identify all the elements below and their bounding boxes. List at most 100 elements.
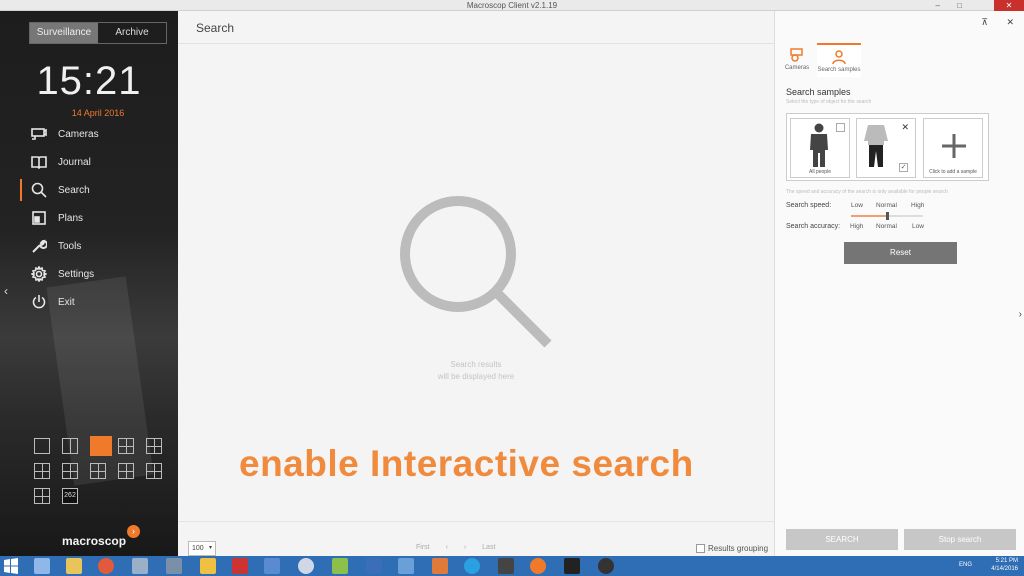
speaker-icon[interactable] [264,558,280,574]
system-clock[interactable]: 5:21 PM 4/14/2016 [991,557,1018,573]
pager-next-icon[interactable]: › [464,544,466,551]
tab-search-samples[interactable]: Search samples [817,43,861,77]
speed-slider-fill [851,215,887,217]
search-icon [30,181,48,199]
layout-1plus7-icon[interactable] [90,463,106,479]
window-title: Macroscop Client v2.1.19 [466,1,558,10]
sidebar-nav: Cameras Journal Search Plans Tools Setti… [20,120,178,316]
collapse-sidebar-arrow-icon[interactable]: ‹ [4,284,8,298]
sidebar-item-label: Tools [58,240,82,252]
word-icon[interactable] [564,558,580,574]
chrome-icon[interactable] [98,558,114,574]
speed-slider-thumb[interactable] [886,212,889,220]
taskbar-app-icon[interactable] [398,558,414,574]
sidebar-item-journal[interactable]: Journal [20,148,178,176]
sidebar-item-cameras[interactable]: Cameras [20,120,178,148]
skype-icon[interactable] [464,558,480,574]
chevron-down-icon: ▾ [208,545,212,551]
remove-sample-icon[interactable]: ✕ [901,122,909,133]
layout-3x3-icon[interactable] [146,438,162,454]
os-taskbar: ENG 5:21 PM 4/14/2016 [0,556,1024,576]
folder-icon[interactable] [66,558,82,574]
layout-count-icon[interactable]: 262 [62,488,78,504]
section-title: Search samples [786,87,851,97]
reset-button[interactable]: Reset [844,242,957,264]
results-grouping-label: Results grouping [708,544,769,553]
minimize-button[interactable]: – [936,0,950,11]
sidebar-item-tools[interactable]: Tools [20,232,178,260]
layout-2x2-icon[interactable] [118,438,134,454]
results-grouping-checkbox[interactable] [696,544,705,553]
camera-icon [30,125,48,143]
sidebar-item-exit[interactable]: Exit [20,288,178,316]
speed-slider[interactable] [851,212,923,220]
sample-clothing[interactable]: ✕ ✓ [856,118,916,178]
overlay-caption: enable Interactive search [239,443,694,484]
language-indicator[interactable]: ENG [959,562,972,568]
layout-grid-picker: 262 [34,436,166,513]
empty-search-icon [400,196,552,348]
search-button[interactable]: SEARCH [786,529,898,550]
maximize-button[interactable]: □ [957,0,972,11]
sample-checkbox-checked[interactable]: ✓ [899,163,908,172]
brand-logo-icon: › [127,525,140,538]
sample-checkbox[interactable] [836,123,845,132]
results-grouping[interactable]: Results grouping [696,544,768,553]
layout-1x1-icon[interactable] [34,438,50,454]
sample-caption: Click to add a sample [929,169,977,175]
taskbar-app-icon[interactable] [200,558,216,574]
tab-search-samples-label: Search samples [817,67,861,73]
sidebar-item-search[interactable]: Search [20,176,178,204]
taskbar-app-icon[interactable] [432,558,448,574]
layout-2plus8-icon[interactable] [118,463,134,479]
close-panel-icon[interactable]: ✕ [1006,17,1014,27]
sidebar-item-settings[interactable]: Settings [20,260,178,288]
gear-icon [30,265,48,283]
layout-5x5-icon[interactable] [146,463,162,479]
accuracy-level-normal: Normal [876,223,897,230]
layout-1plus5-icon[interactable] [34,463,50,479]
system-time: 5:21 PM [995,558,1018,564]
obs-icon[interactable] [598,558,614,574]
page-size-value: 100 [192,545,204,552]
book-icon [30,153,48,171]
section-subtitle: Select the type of object for the search [786,99,872,105]
speed-level-low: Low [851,202,863,209]
layout-1x2-icon[interactable] [62,438,78,454]
taskbar-app-icon[interactable] [34,558,50,574]
pager-prev-icon[interactable]: ‹ [446,544,448,551]
taskbar-app-icon[interactable] [498,558,514,574]
layout-active-icon[interactable] [90,436,112,456]
tab-cameras[interactable]: Cameras [775,43,819,77]
tab-cameras-label: Cameras [784,65,810,71]
taskbar-app-icon[interactable] [166,558,182,574]
page-size-select[interactable]: 100 ▾ [188,541,216,556]
sidebar-item-label: Exit [58,296,75,308]
tab-surveillance[interactable]: Surveillance [30,23,98,43]
macroscop-icon[interactable] [530,558,546,574]
search-speed-label: Search speed: [786,202,832,209]
add-sample-button[interactable]: Click to add a sample [923,118,983,178]
sample-all-people[interactable]: All people [790,118,850,178]
taskbar-app-icon[interactable] [332,558,348,574]
pager-first[interactable]: First [416,544,430,551]
stop-search-button[interactable]: Stop search [904,529,1016,550]
sidebar-item-plans[interactable]: Plans [20,204,178,232]
window-titlebar: Macroscop Client v2.1.19 – □ ✕ [0,0,1024,11]
empty-state-line1: Search results [450,360,502,369]
layout-6x6-icon[interactable] [34,488,50,504]
powershell-icon[interactable] [366,558,382,574]
taskbar-app-icon[interactable] [132,558,148,574]
window-close-button[interactable]: ✕ [994,0,1024,11]
pager-last[interactable]: Last [482,544,495,551]
speed-level-high: High [911,202,925,209]
page-title: Search [196,21,235,35]
expand-panel-arrow-icon[interactable]: › [1019,309,1022,320]
tab-archive[interactable]: Archive [98,23,166,43]
windows-start-icon[interactable] [2,558,20,574]
taskbar-app-icon[interactable] [298,558,314,574]
sidebar-item-label: Cameras [58,128,99,140]
layout-4x4-icon[interactable] [62,463,78,479]
yandex-icon[interactable] [232,558,248,574]
pin-icon[interactable]: ⊼ [981,17,988,27]
